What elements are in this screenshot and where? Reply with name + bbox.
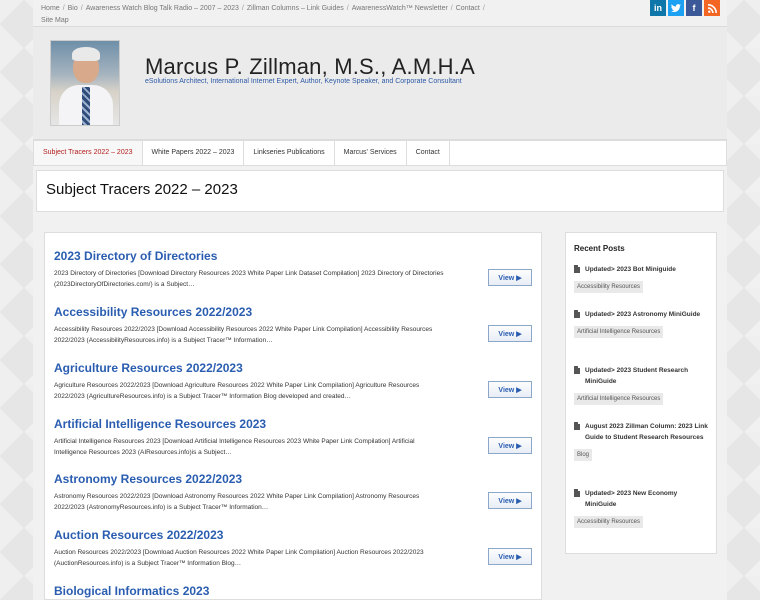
menu-linkseries[interactable]: Linkseries Publications [244, 141, 335, 165]
recent-post-item: Updated> 2023 Student Research MiniGuide… [574, 365, 710, 405]
document-icon [574, 265, 580, 273]
post-list: 2023 Directory of Directories 2023 Direc… [44, 232, 542, 600]
post-title[interactable]: Astronomy Resources 2022/2023 [54, 472, 536, 487]
main-menu: Subject Tracers 2022 – 2023 White Papers… [33, 140, 727, 166]
linkedin-icon[interactable]: in [650, 0, 666, 16]
post-title[interactable]: Accessibility Resources 2022/2023 [54, 305, 536, 320]
post-item: Auction Resources 2022/2023 Auction Reso… [54, 528, 536, 567]
post-item: Accessibility Resources 2022/2023 Access… [54, 305, 536, 344]
document-icon [574, 489, 580, 497]
recent-posts-widget: Recent Posts Updated> 2023 Bot Miniguide… [565, 232, 717, 554]
category-tag[interactable]: Blog [574, 449, 593, 461]
post-item: Astronomy Resources 2022/2023 Astronomy … [54, 472, 536, 511]
page-title-box: Subject Tracers 2022 – 2023 [36, 170, 724, 212]
recent-post-title[interactable]: August 2023 Zillman Column: 2023 Link Gu… [585, 423, 708, 441]
view-button[interactable]: View ▶ [488, 437, 532, 454]
post-excerpt: Auction Resources 2022/2023 [Download Au… [54, 549, 424, 567]
recent-post-item: Updated> 2023 Astronomy MiniGuide Artifi… [574, 309, 710, 338]
author-photo [50, 40, 120, 126]
recent-post-link[interactable]: Updated> 2023 Astronomy MiniGuide [574, 309, 710, 320]
category-tag[interactable]: Artificial Intelligence Resources [574, 326, 664, 338]
site-title[interactable]: Marcus P. Zillman, M.S., A.M.H.A [145, 54, 475, 80]
post-excerpt: Accessibility Resources 2022/2023 [Downl… [54, 326, 433, 344]
site-header: Marcus P. Zillman, M.S., A.M.H.A eSoluti… [33, 26, 727, 140]
post-title[interactable]: Artificial Intelligence Resources 2023 [54, 417, 536, 432]
recent-post-link[interactable]: Updated> 2023 Bot Miniguide [574, 264, 710, 275]
post-item: Biological Informatics 2023 [54, 584, 536, 599]
top-navigation: Home / Bio / Awareness Watch Blog Talk Radio… [41, 5, 485, 24]
post-item: Artificial Intelligence Resources 2023 A… [54, 417, 536, 456]
topnav-home[interactable]: Home [41, 5, 60, 12]
page-wrapper: Home / Bio / Awareness Watch Blog Talk Radio… [33, 0, 727, 600]
widget-heading: Recent Posts [574, 244, 625, 253]
menu-subject-tracers[interactable]: Subject Tracers 2022 – 2023 [34, 141, 143, 165]
post-excerpt: Artificial Intelligence Resources 2023 [… [54, 438, 415, 456]
recent-post-link[interactable]: Updated> 2023 Student Research MiniGuide [574, 365, 710, 387]
view-button[interactable]: View ▶ [488, 492, 532, 509]
post-item: 2023 Directory of Directories 2023 Direc… [54, 249, 536, 288]
topnav-bio[interactable]: Bio [68, 5, 78, 12]
view-button[interactable]: View ▶ [488, 381, 532, 398]
post-excerpt: Astronomy Resources 2022/2023 [Download … [54, 493, 420, 511]
recent-post-title[interactable]: Updated> 2023 New Economy MiniGuide [585, 490, 677, 508]
document-icon [574, 366, 580, 374]
site-tagline: eSolutions Architect, International Inte… [145, 78, 462, 85]
topnav-newsletter[interactable]: AwarenessWatch™ Newsletter [352, 5, 448, 12]
post-title[interactable]: 2023 Directory of Directories [54, 249, 536, 264]
post-title[interactable]: Biological Informatics 2023 [54, 584, 536, 599]
page-title: Subject Tracers 2022 – 2023 [46, 181, 238, 198]
topnav-contact[interactable]: Contact [456, 5, 480, 12]
category-tag[interactable]: Artificial Intelligence Resources [574, 393, 664, 405]
menu-white-papers[interactable]: White Papers 2022 – 2023 [143, 141, 245, 165]
recent-post-link[interactable]: Updated> 2023 New Economy MiniGuide [574, 488, 710, 510]
post-title[interactable]: Agriculture Resources 2022/2023 [54, 361, 536, 376]
menu-services[interactable]: Marcus' Services [335, 141, 407, 165]
recent-post-link[interactable]: August 2023 Zillman Column: 2023 Link Gu… [574, 421, 710, 443]
recent-post-title[interactable]: Updated> 2023 Bot Miniguide [585, 266, 676, 273]
post-item: Agriculture Resources 2022/2023 Agricult… [54, 361, 536, 400]
document-icon [574, 310, 580, 318]
post-title[interactable]: Auction Resources 2022/2023 [54, 528, 536, 543]
menu-contact[interactable]: Contact [407, 141, 450, 165]
view-button[interactable]: View ▶ [488, 269, 532, 286]
facebook-icon[interactable]: f [686, 0, 702, 16]
topnav-columns[interactable]: Zillman Columns – Link Guides [247, 5, 344, 12]
recent-post-title[interactable]: Updated> 2023 Astronomy MiniGuide [585, 311, 700, 318]
recent-post-title[interactable]: Updated> 2023 Student Research MiniGuide [585, 367, 688, 385]
topnav-sitemap[interactable]: Site Map [41, 17, 69, 24]
category-tag[interactable]: Accessibility Resources [574, 516, 644, 528]
social-links: in f [650, 0, 720, 16]
recent-post-item: August 2023 Zillman Column: 2023 Link Gu… [574, 421, 710, 461]
category-tag[interactable]: Accessibility Resources [574, 281, 644, 293]
topnav-radio[interactable]: Awareness Watch Blog Talk Radio – 2007 –… [86, 5, 239, 12]
view-button[interactable]: View ▶ [488, 548, 532, 565]
view-button[interactable]: View ▶ [488, 325, 532, 342]
document-icon [574, 422, 580, 430]
recent-post-item: Updated> 2023 New Economy MiniGuide Acce… [574, 488, 710, 528]
twitter-icon[interactable] [668, 0, 684, 16]
post-excerpt: 2023 Directory of Directories [Download … [54, 270, 444, 288]
post-excerpt: Agriculture Resources 2022/2023 [Downloa… [54, 382, 420, 400]
rss-icon[interactable] [704, 0, 720, 16]
recent-post-item: Updated> 2023 Bot Miniguide Accessibilit… [574, 264, 710, 293]
